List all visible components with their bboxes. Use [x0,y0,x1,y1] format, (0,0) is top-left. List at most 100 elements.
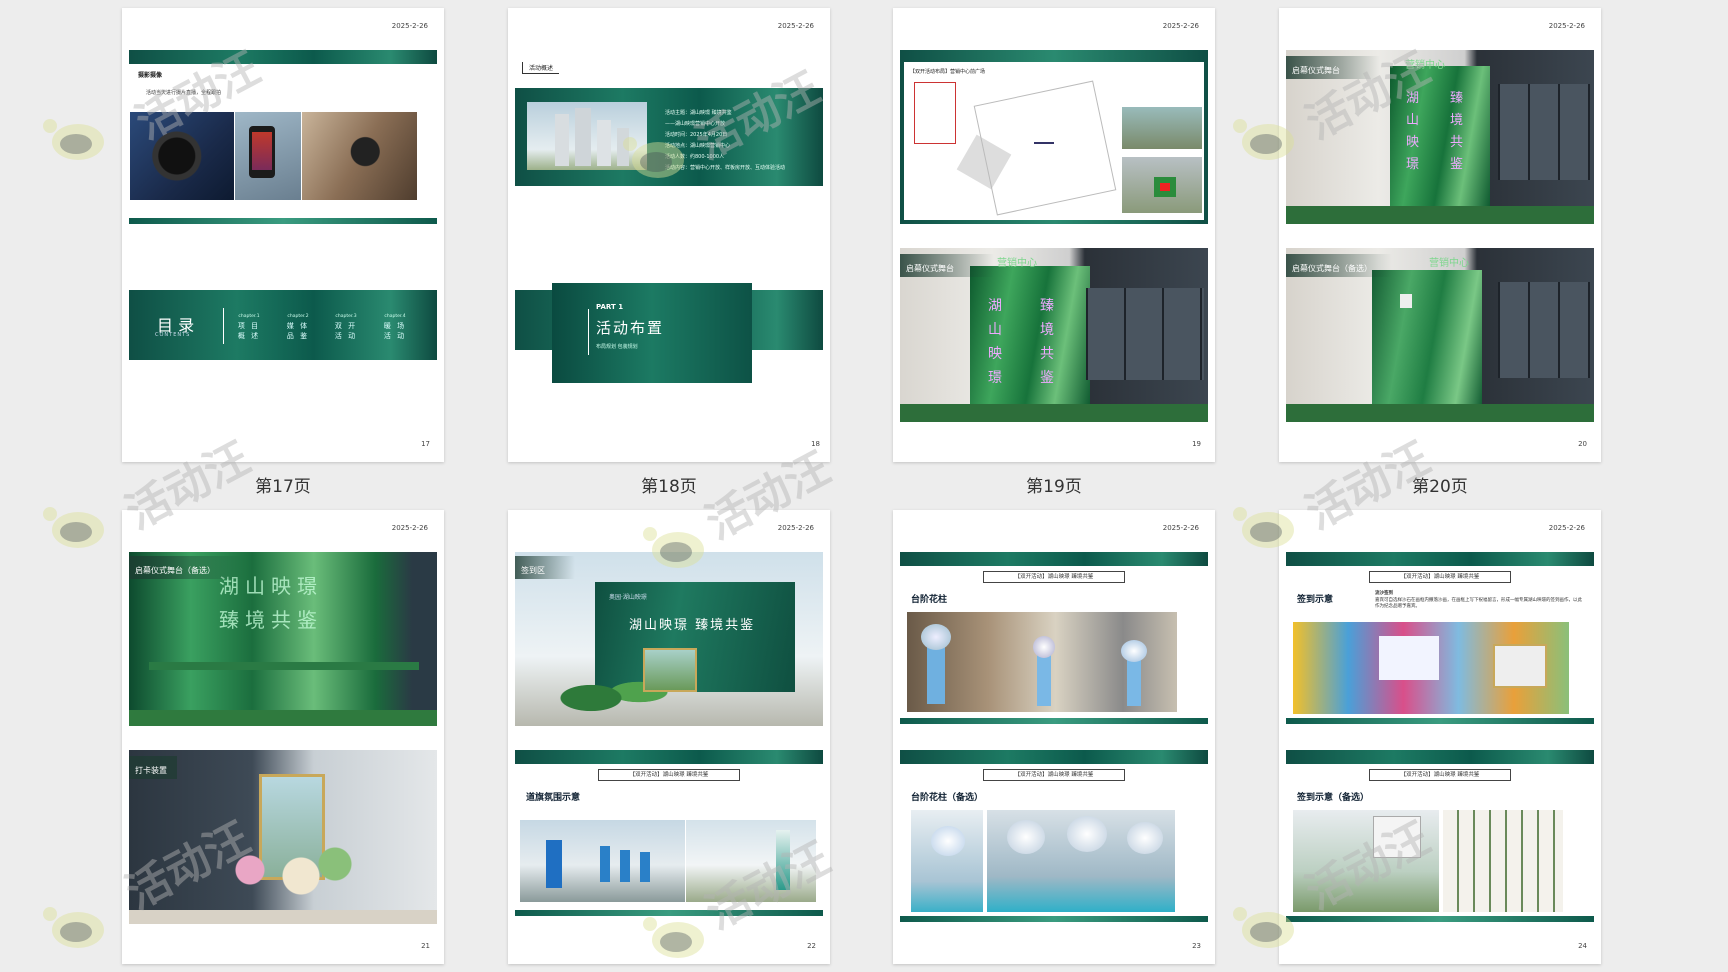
toc-text: 媒 体 品 鉴 [286,322,310,340]
toc-item-1[interactable]: chapter.1 项 目 概 述 [237,314,261,341]
toc-band: 目 录 CONTENTS chapter.1 项 目 概 述 chapter.2 媒… [129,290,437,360]
slide-page-20[interactable]: 2025-2-26 湖山映璟 臻境共鉴 启幕仪式舞台 营销中心 启幕仪式舞台（备… [1279,8,1601,462]
divider-band [900,916,1208,922]
toc-subtitle: CONTENTS [155,332,191,338]
divider-band [129,218,437,224]
stage-label-box: 启幕仪式舞台 [900,254,994,277]
page-caption-18[interactable]: 第18页 [508,472,830,497]
section-header: 【双开活动】湖山映璟 臻境共鉴 [598,769,740,781]
section-note: 活动当天进行摄片直播，全程跟拍 [146,90,222,96]
part-number: PART 1 [596,303,624,311]
page-number: 21 [421,942,430,950]
stage-label: 启幕仪式舞台（备选） [1292,264,1372,273]
photo-phone-shooting [235,112,301,200]
slide-page-17[interactable]: 2025-2-26 摄影摄像 活动当天进行摄片直播，全程跟拍 目 录 CONTE… [122,8,444,462]
checkin-label-box: 打卡装置 [129,756,177,779]
page-date: 2025-2-26 [1162,22,1199,30]
info-line: 活动时间：2025年4月20日 [665,132,728,138]
section-header: 【双开活动】湖山映璟 臻境共鉴 [983,571,1125,583]
stage-label: 启幕仪式舞台 [906,264,954,273]
signin-alt-photo [1443,810,1563,912]
stage-label: 启幕仪式舞台 [1292,66,1340,75]
info-line: 活动地点：湖山映璟营销中心 [665,143,731,149]
stage-label-box: 启幕仪式舞台（备选） [129,556,245,579]
header-band [129,50,437,64]
page-number: 19 [1192,440,1201,448]
road-flag-photo [520,820,685,902]
toc-text: 双 开 活 动 [334,322,358,340]
page-date: 2025-2-26 [1548,22,1585,30]
header-band [900,750,1208,764]
toc-divider [223,308,224,344]
signin-example-photo [1293,622,1569,714]
wall-brand: 奥园·湖山映璟 [609,594,647,601]
signin-alt-photo [1293,810,1439,912]
slide-page-21[interactable]: 2025-2-26 湖山映璟 臻境共鉴 启幕仪式舞台（备选） 打卡装置 21 [122,510,444,964]
part-subtitle: 布局规划 包装规划 [596,344,638,350]
flower-column-photo [907,612,1177,712]
slide-page-18[interactable]: 2025-2-26 活动概述 活动主题：湖山映璟 臻境共鉴 ——湖山映璟营销中心… [508,8,830,462]
layout-frame: 【双开活动布局】营销中心前广场 [900,50,1208,224]
info-line: 活动主题：湖山映璟 臻境共鉴 [665,110,732,116]
header-band [515,750,823,764]
toc-chapter: chapter.2 [287,314,309,319]
toc-chapter: chapter.1 [238,314,260,319]
watermark-mascot-icon [43,907,104,948]
header-band [1286,750,1594,764]
glass-facade [1498,84,1590,180]
info-line: ——湖山映璟营销中心开放 [665,121,726,127]
road-flag-label: 道旗氛围示意 [526,793,581,803]
divider-band [1286,718,1594,724]
column-b-label: 签到示意（备选） [1297,793,1370,803]
overview-band: 活动主题：湖山映璟 臻境共鉴 ——湖山映璟营销中心开放 活动时间：2025年4月… [515,88,823,186]
signin-label: 签到区 [521,566,545,575]
toc-item-3[interactable]: chapter.3 双 开 活 动 [334,314,358,341]
column-a-label: 签到示意 [1297,595,1334,605]
part-card: PART 1 活动布置 布局规划 包装规划 [552,283,752,383]
watermark-mascot-icon [43,507,104,548]
page-date: 2025-2-26 [1162,524,1199,532]
green-curtain-wall: 湖山映璟 臻境共鉴 [970,266,1090,406]
page-date: 2025-2-26 [1548,524,1585,532]
toc-text: 暖 场 活 动 [383,322,407,340]
road-flag-photo [686,820,816,902]
divider-band [900,718,1208,724]
column-a-label: 台阶花柱 [911,595,948,605]
stage-tag: 营销中心 [1429,258,1469,269]
header-band [1286,552,1594,566]
slide-page-22[interactable]: 2025-2-26 奥园·湖山映璟 湖山映璟 臻境共鉴 签到区 【双开活动】湖山… [508,510,830,964]
page-caption-19[interactable]: 第19页 [893,472,1215,497]
backdrop-line-2: 臻境共鉴 [219,608,323,632]
slide-page-24[interactable]: 2025-2-26 【双开活动】湖山映璟 臻境共鉴 签到示意 流沙签到 嘉宾可自… [1279,510,1601,964]
page-caption-20[interactable]: 第20页 [1279,472,1601,497]
toc-text: 项 目 概 述 [237,322,261,340]
checkin-label: 打卡装置 [135,766,167,775]
stage-tag: 营销中心 [997,258,1037,269]
stage-label: 启幕仪式舞台（备选） [135,566,215,575]
toc-chapter: chapter.4 [384,314,406,319]
slide-page-19[interactable]: 2025-2-26 【双开活动布局】营销中心前广场 湖山映璟 臻境共鉴 启幕仪式… [893,8,1215,462]
page-number: 20 [1578,440,1587,448]
stage-tag: 营销中心 [1405,60,1445,71]
page-number: 23 [1192,942,1201,950]
building-rendering [527,102,647,170]
slide-page-23[interactable]: 2025-2-26 【双开活动】湖山映璟 臻境共鉴 台阶花柱 【双开活动】湖山映… [893,510,1215,964]
glass-facade [1086,288,1204,380]
page-date: 2025-2-26 [391,524,428,532]
part-title: 活动布置 [596,319,665,337]
overview-tag: 活动概述 [522,62,560,74]
page-number: 22 [807,942,816,950]
glass-facade [1498,282,1590,378]
toc-item-4[interactable]: chapter.4 暖 场 活 动 [383,314,407,341]
sand-signin-title: 流沙签到 [1375,591,1393,596]
watermark-mascot-icon [43,119,104,160]
stage-table [149,662,419,670]
site-photo [1122,107,1202,149]
wall-title: 湖山映璟 臻境共鉴 [629,618,756,633]
toc-item-2[interactable]: chapter.2 媒 体 品 鉴 [286,314,310,341]
section-header: 【双开活动】湖山映璟 臻境共鉴 [1369,769,1511,781]
page-caption-17[interactable]: 第17页 [122,472,444,497]
site-photo [1122,157,1202,213]
stage-label-box: 启幕仪式舞台 [1286,56,1380,79]
page-number: 18 [811,440,820,448]
